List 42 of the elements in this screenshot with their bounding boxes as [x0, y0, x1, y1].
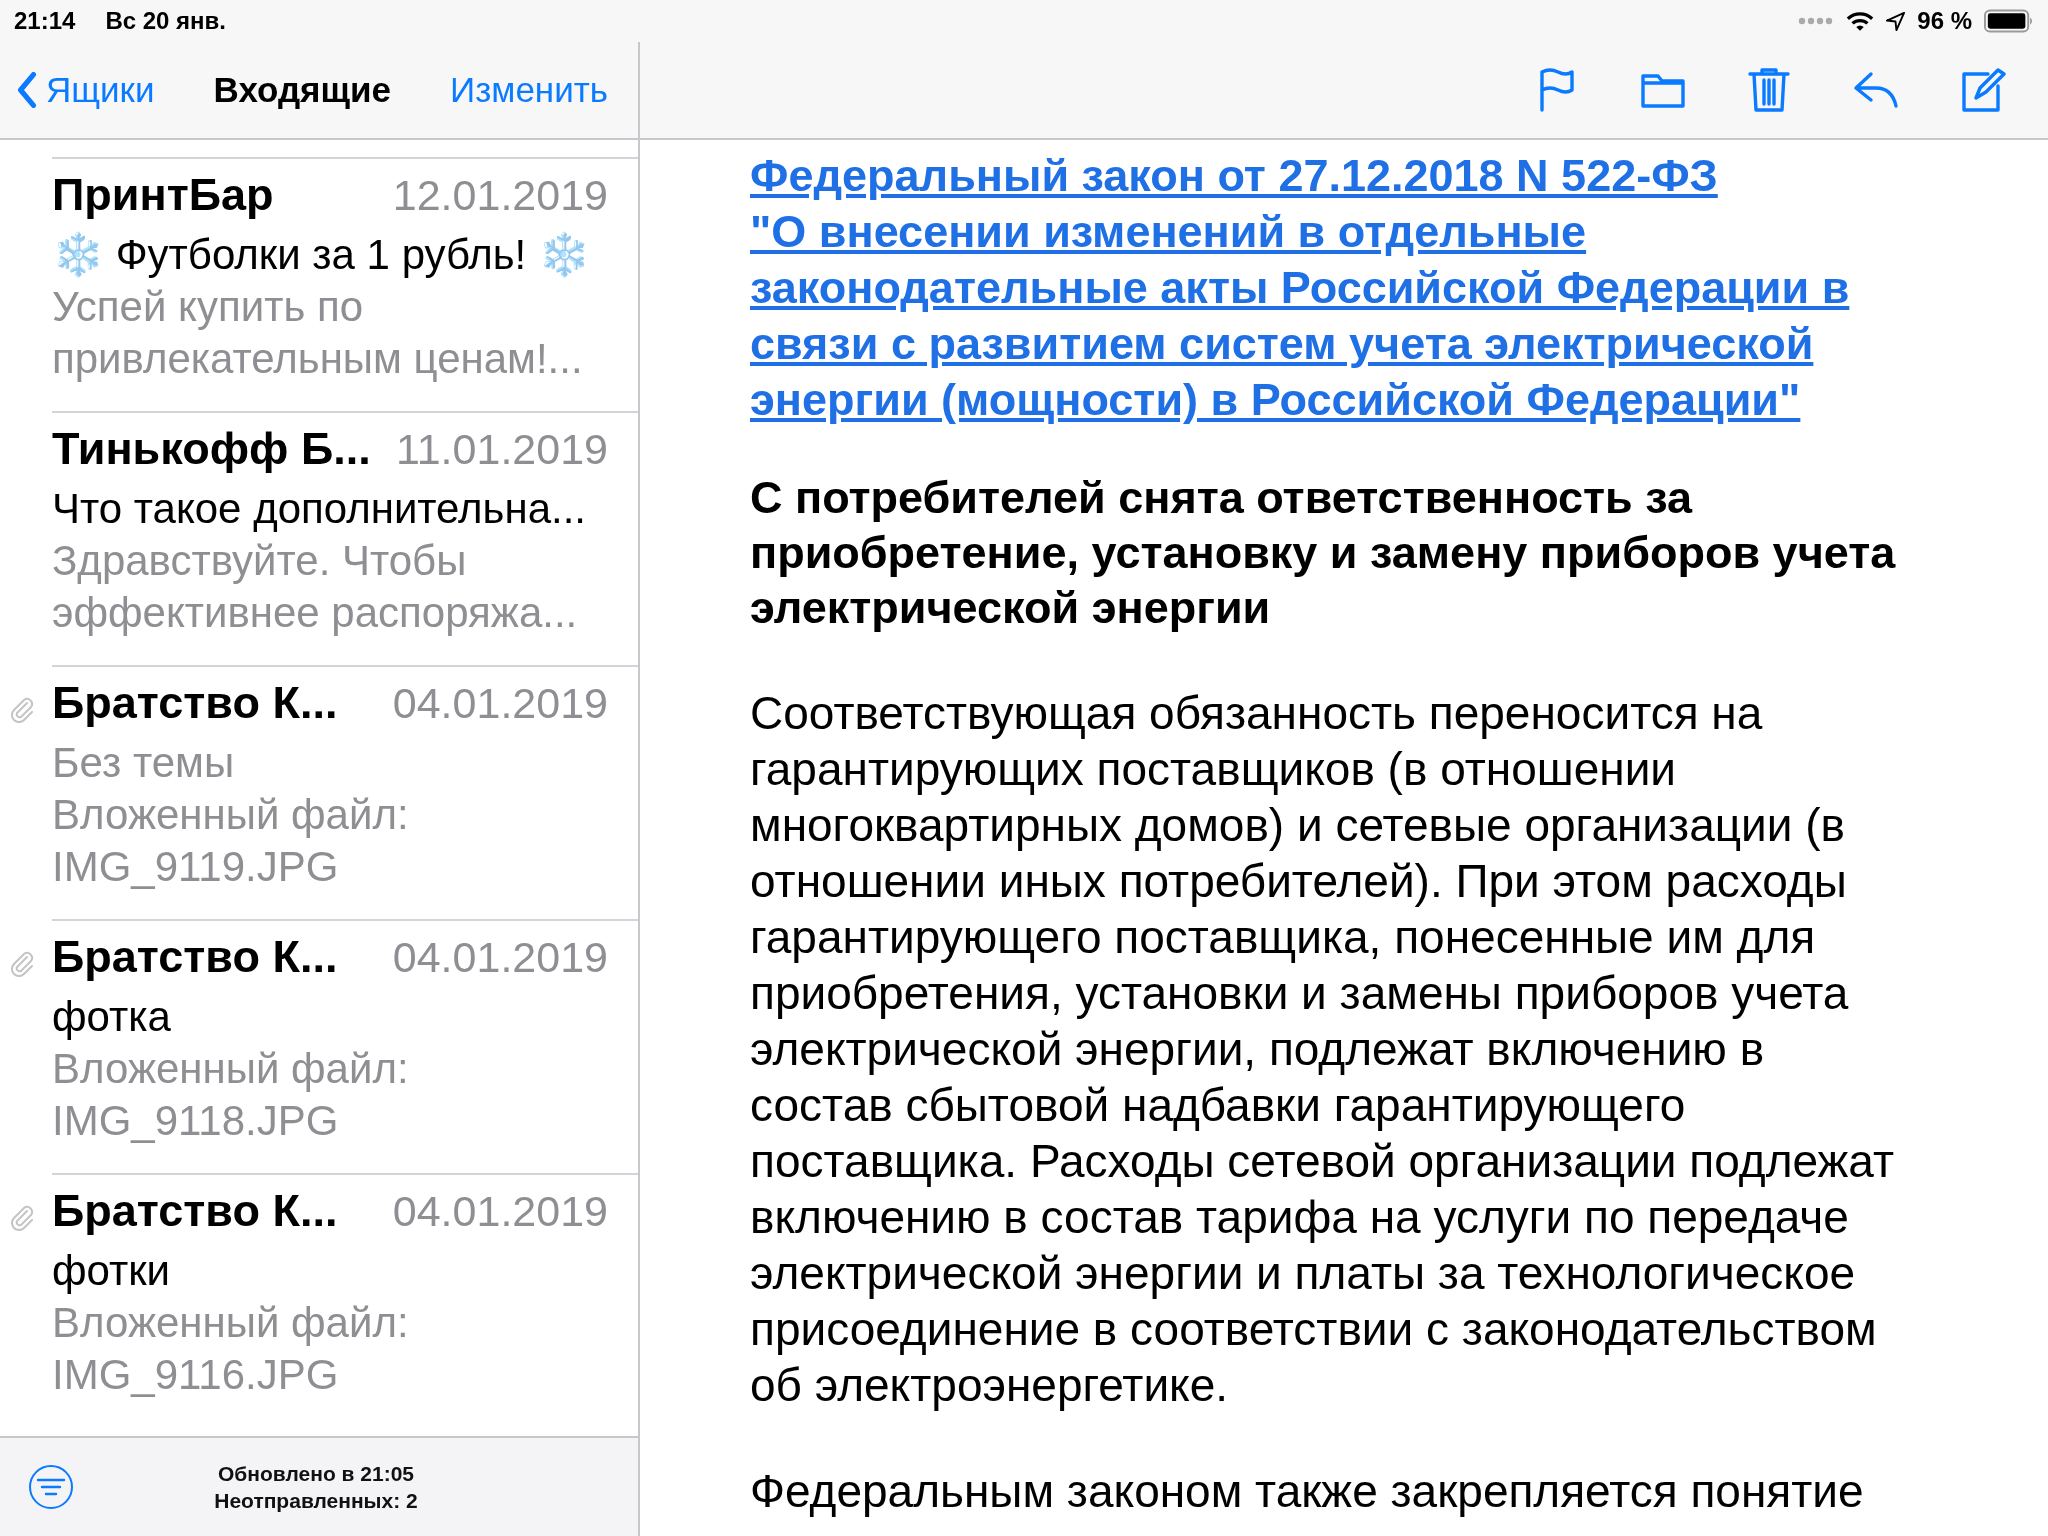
battery-percent: 96 %	[1917, 7, 1972, 35]
chevron-left-icon	[16, 72, 38, 108]
message-date: 04.01.2019	[392, 933, 608, 982]
message-date: 04.01.2019	[392, 679, 608, 728]
sender-name: Братство К...	[52, 931, 338, 983]
message-preview: Успей купить по привлекательным ценам!...	[52, 282, 584, 384]
status-time: 21:14	[14, 7, 76, 35]
battery-icon	[1984, 9, 2034, 33]
message-subject: фотка	[52, 992, 172, 1042]
message-row[interactable]: ПринтБар 12.01.2019 ❄ Футболки за 1 рубль! ❄ Успей купить по привлекательным ценам!...	[52, 157, 638, 411]
message-paragraph: Соответствующая обязанность переносится на гарантирующих поставщиков (в отношении многоквартирных домов) и сетевые организации (в отношении иных потребителей). При этом расходы гарантирующего поставщика, понесенные им для приобретения, установки и замены приборов учета электрической энергии, подлежат включению в состав сбытовой надбавки гарантирующего поставщика. Расходы сетевой организации подлежат включению в состав тарифа на услуги по передаче электрической энергии и платы за технологическое присоединение в соответствии с законодательством об электроэнергетике.	[750, 686, 1895, 1413]
message-date: 04.01.2019	[392, 1187, 608, 1236]
update-status: Обновлено в 21:05 Неотправленных: 2	[213, 1461, 419, 1514]
sender-name: Братство К...	[52, 677, 338, 729]
message-paragraph: Федеральным законом также закрепляется понятие	[750, 1464, 1865, 1519]
sender-name: Братство К...	[52, 1185, 338, 1237]
message-date: 12.01.2019	[392, 171, 608, 220]
wifi-icon	[1846, 10, 1875, 32]
message-row[interactable]: Братство К... 04.01.2019 Без темы Вложенный файл: IMG_9119.JPG	[52, 665, 638, 919]
mailbox-title: Входящие	[213, 70, 392, 110]
status-date: Вс 20 янв.	[105, 7, 227, 35]
edit-button[interactable]: Изменить	[450, 70, 608, 110]
message-heading: С потребителей снята ответственность за приобретение, установку и замену приборов учета электрической энергии	[750, 471, 1897, 635]
message-preview: Вложенный файл: IMG_9118.JPG	[52, 1044, 410, 1146]
message-subject: Без темы	[52, 738, 236, 788]
sender-name: ПринтБар	[52, 169, 274, 221]
back-button[interactable]: Ящики	[16, 70, 155, 110]
message-subject: ❄ Футболки за 1 рубль! ❄	[52, 230, 591, 280]
message-row[interactable]: Братство К... 04.01.2019 фотки Вложенный файл: IMG_9116.JPG	[52, 1173, 638, 1427]
message-date: 11.01.2019	[395, 425, 608, 474]
message-preview: Здравствуйте. Чтобы эффективнее распоряжа...	[52, 536, 579, 638]
message-subject: фотки	[52, 1246, 172, 1296]
message-subject: Что такое дополнительна...	[52, 484, 588, 534]
filter-icon[interactable]	[28, 1464, 74, 1510]
message-row[interactable]: Тинькофф Б... 11.01.2019 Что такое дополнительна... Здравствуйте. Чтобы эффективнее распоряжа...	[52, 411, 638, 665]
message-preview: Вложенный файл: IMG_9119.JPG	[52, 790, 410, 892]
message-row[interactable]: Братство К... 04.01.2019 фотка Вложенный файл: IMG_9118.JPG	[52, 919, 638, 1173]
sender-name: Тинькофф Б...	[52, 423, 371, 475]
location-arrow-icon	[1886, 11, 1906, 31]
message-preview: Вложенный файл: IMG_9116.JPG	[52, 1298, 410, 1400]
signal-icon	[1798, 17, 1835, 25]
message-link[interactable]: Федеральный закон от 27.12.2018 N 522-ФЗ "О внесении изменений в отдельные законодательные акты Российской Федерации в связи с развитием систем учета электрической энергии (мощности) в Российской Федерации"	[750, 148, 1850, 428]
